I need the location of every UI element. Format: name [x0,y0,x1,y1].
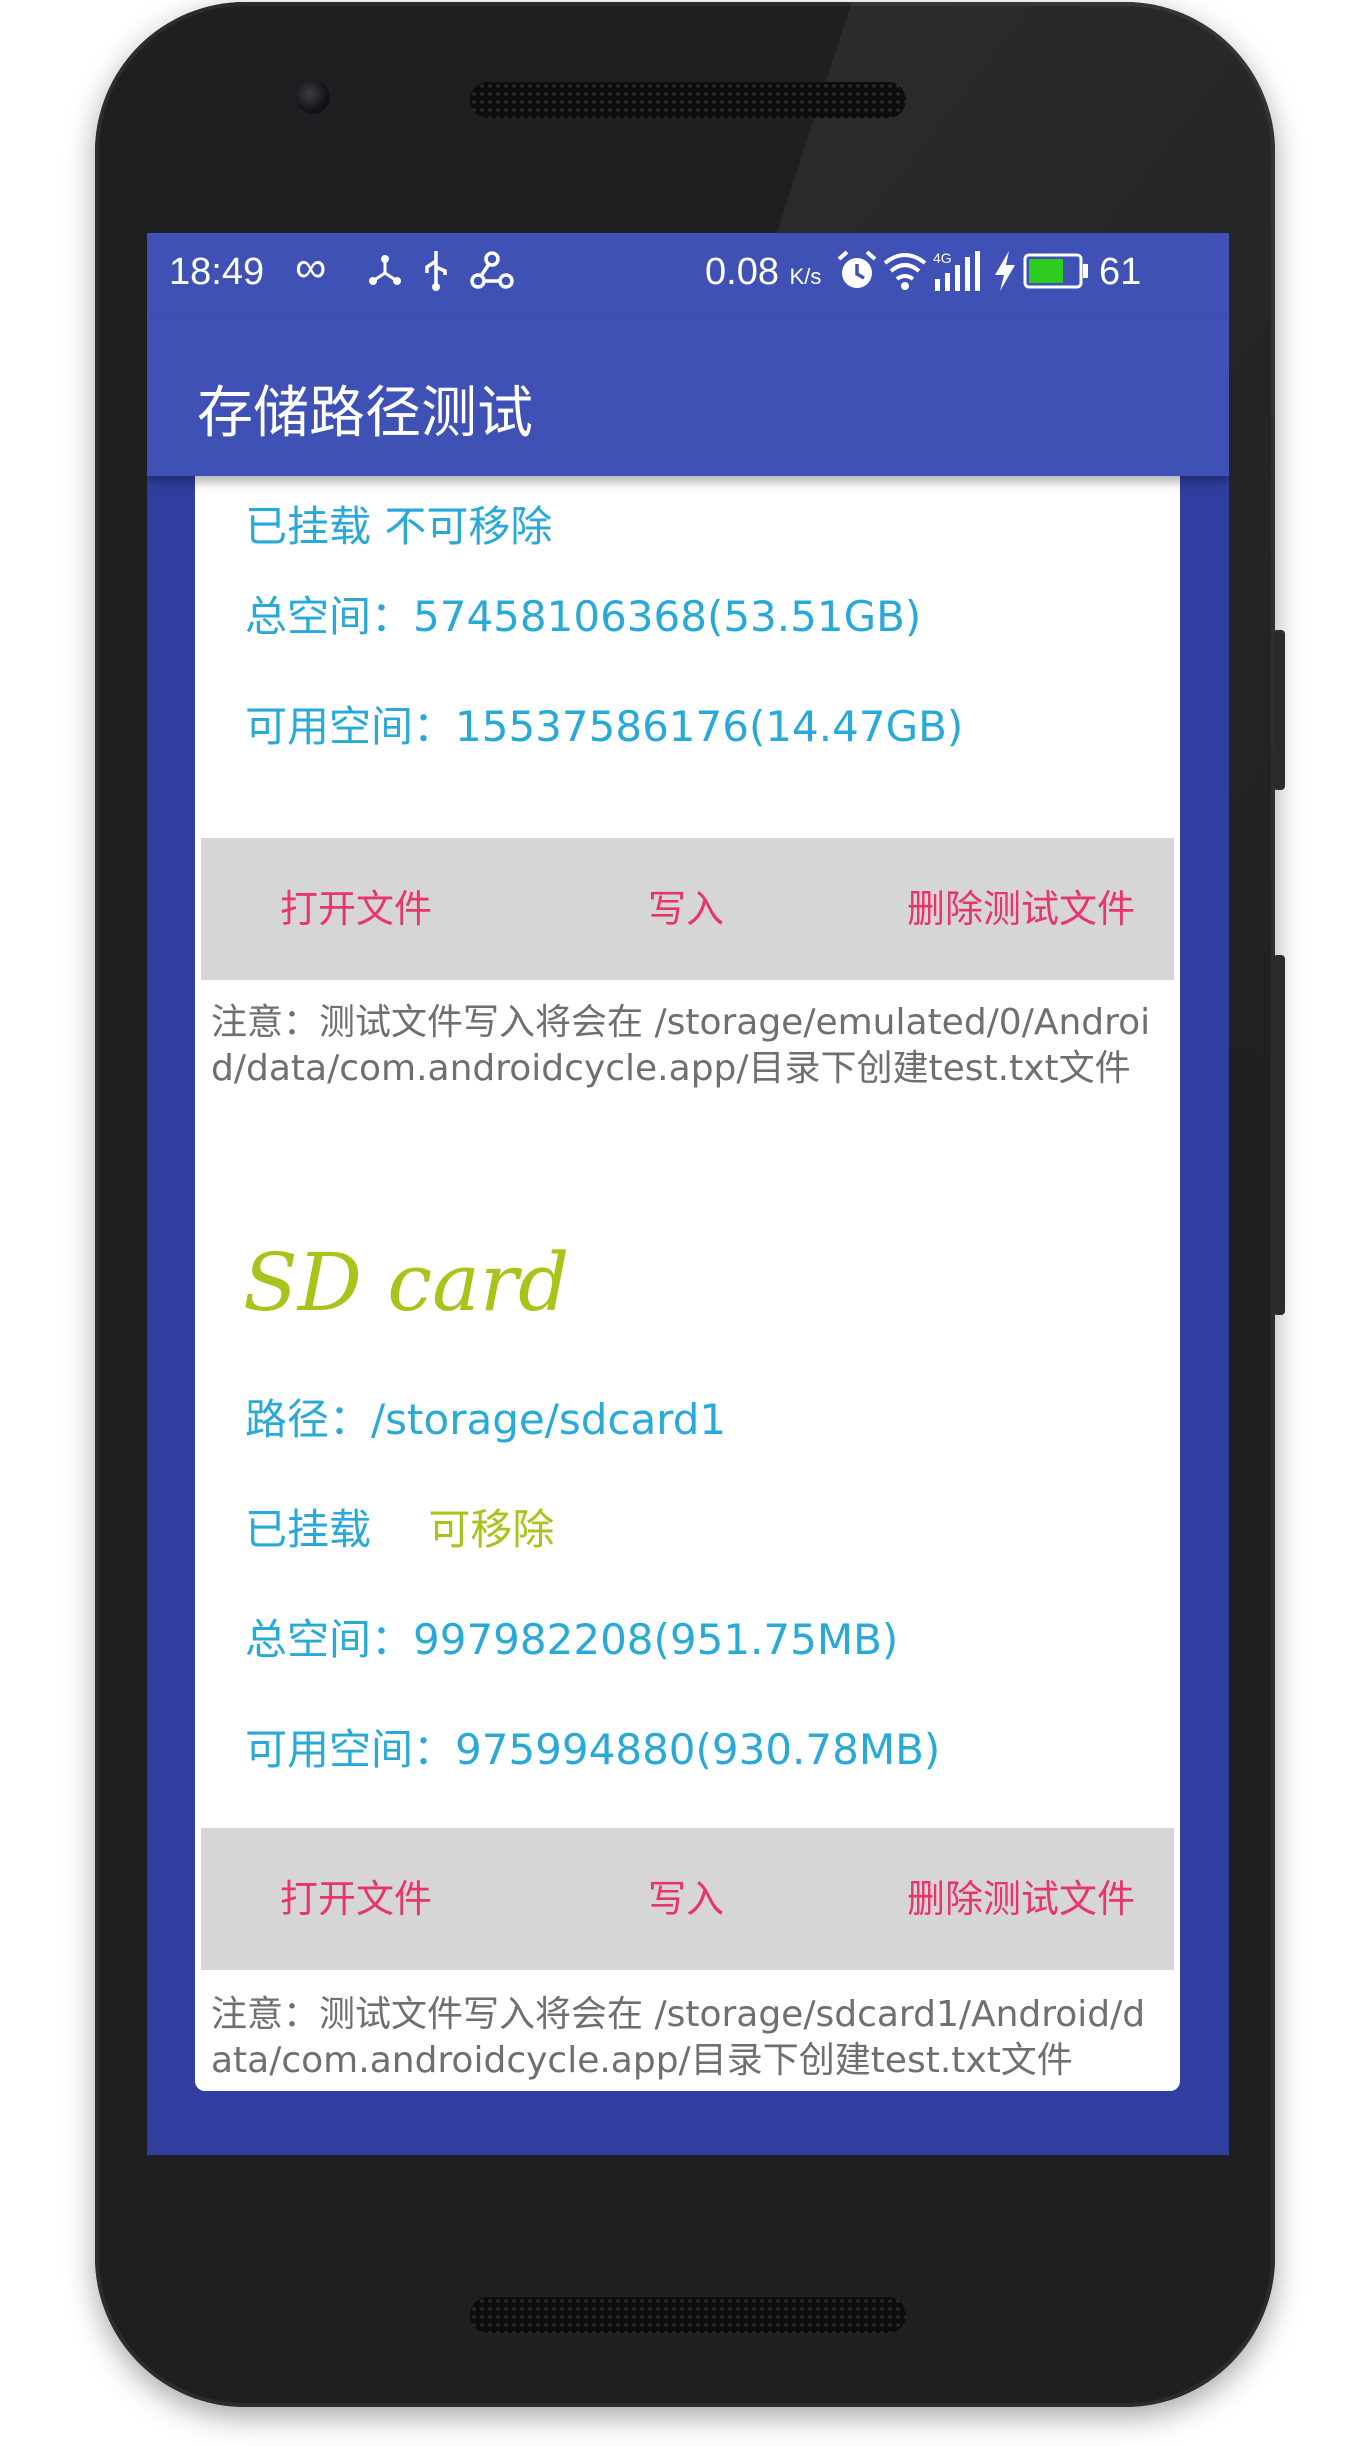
action-button-bar: 打开文件 写入 删除测试文件 [201,838,1174,980]
open-file-button[interactable]: 打开文件 [231,1828,481,1970]
free-space-value: 975994880(930.78MB) [455,1725,941,1774]
note-text: 注意：测试文件写入将会在 /storage/sdcard1/Android/da… [211,1994,1146,2081]
screen: 18:49 ∞ 0.08 K/s 4G 61 存储路径测试 已挂载 不可移除 总… [147,233,1229,2155]
share-icon [469,249,515,302]
removable-label: 可移除 [428,1505,555,1554]
mount-status-row: 已挂载 可移除 [245,1496,554,1557]
delete-test-file-button[interactable]: 删除测试文件 [881,838,1161,980]
action-button-bar: 打开文件 写入 删除测试文件 [201,1828,1174,1970]
free-space-label: 可用空间： [245,1725,456,1774]
path-row: 路径：/storage/sdcard1 [245,1386,726,1447]
top-speaker [470,82,906,118]
total-space-row: 总空间：997982208(951.75MB) [245,1606,898,1667]
mount-status-partial: 已挂载 不可移除 [245,502,553,551]
card-title: SD card [243,1236,570,1329]
open-file-button[interactable]: 打开文件 [231,838,481,980]
usb-tether-icon [365,249,405,300]
network-speed: 0.08 K/s [705,251,822,293]
infinity-icon: ∞ [295,243,327,292]
signal-icon: 4G [931,249,987,304]
delete-test-file-button[interactable]: 删除测试文件 [881,1828,1161,1970]
total-space-value: 997982208(951.75MB) [413,1615,899,1664]
write-button[interactable]: 写入 [561,1828,811,1970]
page-title: 存储路径测试 [197,381,533,446]
note-text: 注意：测试文件写入将会在 /storage/emulated/0/Android… [211,1002,1151,1089]
charging-icon [993,249,1017,304]
front-camera [296,80,330,114]
network-type: 4G [933,250,952,266]
internal-storage-card: 已挂载 不可移除 总空间：57458106368(53.51GB) 可用空间：1… [195,393,1180,1216]
total-space-row: 总空间：57458106368(53.51GB) [245,583,921,644]
mounted-label: 已挂载 [245,1505,372,1554]
total-space-label: 总空间： [245,1615,414,1664]
total-space-value: 57458106368(53.51GB) [413,592,922,641]
power-button [1273,630,1285,790]
write-button[interactable]: 写入 [561,838,811,980]
app-bar: 存储路径测试 [147,316,1229,476]
status-time: 18:49 [169,251,265,293]
free-space-value: 15537586176(14.47GB) [455,702,964,751]
free-space-label: 可用空间： [245,702,456,751]
free-space-row: 可用空间：975994880(930.78MB) [245,1716,940,1777]
battery-icon [1023,253,1089,300]
status-bar: 18:49 ∞ 0.08 K/s 4G 61 [147,233,1229,316]
wifi-icon [881,249,929,302]
volume-button [1273,955,1285,1315]
alarm-icon [835,249,879,304]
bottom-speaker [470,2297,906,2333]
sd-card-card: SD card 路径：/storage/sdcard1 已挂载 可移除 总空间：… [195,1186,1180,2091]
path-value: /storage/sdcard1 [371,1395,727,1444]
free-space-row: 可用空间：15537586176(14.47GB) [245,693,963,754]
total-space-label: 总空间： [245,592,414,641]
usb-icon [419,249,453,302]
battery-level: 61 [1099,251,1142,293]
path-label: 路径： [245,1395,372,1444]
